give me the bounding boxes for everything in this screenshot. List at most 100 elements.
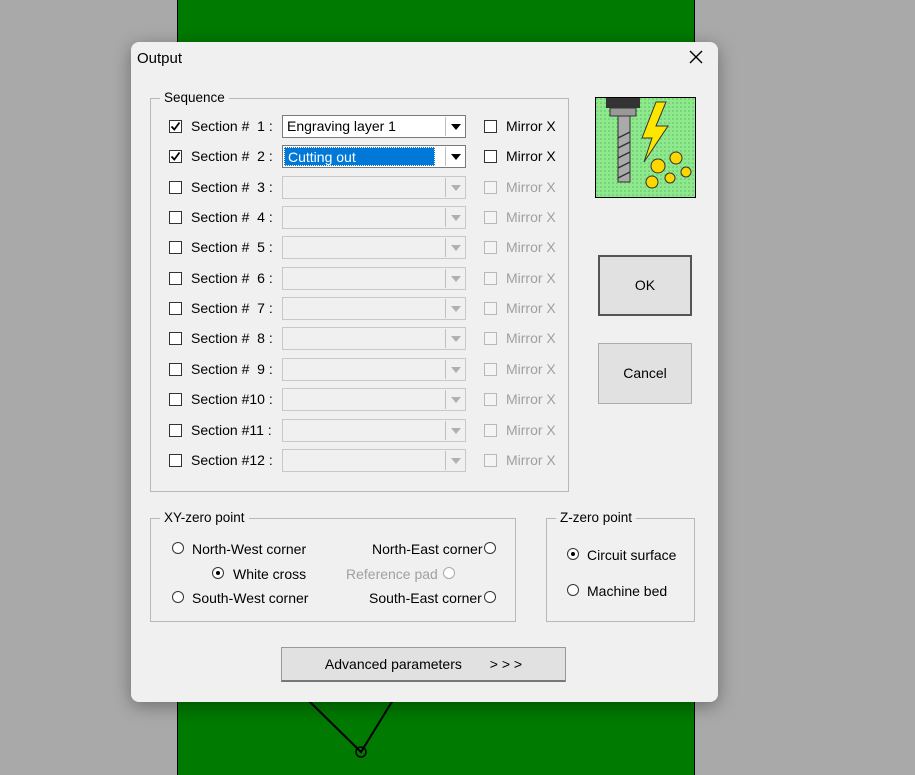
chevron-down-icon [445, 238, 464, 257]
machine-bed-label: Machine bed [587, 583, 668, 599]
chevron-down-icon [445, 329, 464, 348]
chevron-down-icon[interactable] [445, 147, 464, 166]
z-zero-group: Z-zero point Circuit surface Machine bed [546, 510, 695, 622]
mirror-x-label: Mirror X [506, 422, 556, 438]
section-checkbox[interactable] [169, 272, 182, 285]
south-west-radio[interactable] [172, 591, 184, 603]
mirror-x-label: Mirror X [506, 270, 556, 286]
mirror-x-checkbox [484, 272, 497, 285]
section-label: Section #10 : [191, 391, 273, 407]
section-checkbox[interactable] [169, 332, 182, 345]
checkmark-icon [170, 151, 181, 161]
cancel-button[interactable]: Cancel [598, 343, 692, 404]
chevron-down-icon [445, 360, 464, 379]
section-layer-value: Engraving layer 1 [287, 118, 396, 134]
north-west-radio[interactable] [172, 542, 184, 554]
sequence-row: Section # 4 : Mirror X [151, 206, 571, 230]
section-layer-dropdown [282, 358, 466, 381]
section-checkbox[interactable] [169, 302, 182, 315]
section-label: Section # 4 : [191, 209, 273, 225]
section-checkbox[interactable] [169, 393, 182, 406]
advanced-arrows: > > > [489, 656, 523, 672]
circuit-surface-label: Circuit surface [587, 547, 677, 563]
mirror-x-label: Mirror X [506, 391, 556, 407]
section-checkbox[interactable] [169, 454, 182, 467]
mirror-x-label: Mirror X [506, 330, 556, 346]
section-layer-dropdown[interactable]: Engraving layer 1 [282, 115, 466, 138]
section-checkbox[interactable] [169, 120, 182, 133]
reference-pad-label: Reference pad [346, 566, 438, 582]
chevron-down-icon [445, 299, 464, 318]
south-east-radio[interactable] [484, 591, 496, 603]
machine-bed-radio[interactable] [567, 584, 579, 596]
section-checkbox[interactable] [169, 211, 182, 224]
south-east-label: South-East corner [369, 590, 482, 606]
mirror-x-checkbox [484, 241, 497, 254]
chevron-down-icon [445, 421, 464, 440]
circuit-surface-radio[interactable] [567, 548, 579, 560]
mirror-x-checkbox [484, 454, 497, 467]
section-layer-value [284, 208, 290, 227]
section-layer-dropdown [282, 449, 466, 472]
reference-pad-radio [443, 567, 455, 579]
mirror-x-label: Mirror X [506, 148, 556, 164]
dialog-title: Output [137, 50, 183, 67]
section-label: Section # 7 : [191, 300, 273, 316]
section-layer-dropdown [282, 388, 466, 411]
advanced-parameters-button[interactable]: Advanced parameters > > > [281, 647, 566, 682]
white-cross-radio[interactable] [212, 567, 224, 579]
mirror-x-checkbox[interactable] [484, 120, 497, 133]
checkmark-icon [170, 121, 181, 131]
section-layer-value [284, 269, 290, 288]
section-checkbox[interactable] [169, 150, 182, 163]
section-layer-value [284, 421, 290, 440]
section-layer-dropdown [282, 267, 466, 290]
milling-tool-icon [595, 97, 696, 198]
section-layer-value [284, 390, 290, 409]
advanced-parameters-label: Advanced parameters [324, 656, 462, 672]
section-checkbox[interactable] [169, 241, 182, 254]
mirror-x-checkbox[interactable] [484, 150, 497, 163]
section-layer-value [284, 360, 290, 379]
section-label: Section # 1 : [191, 118, 273, 134]
section-layer-value [284, 238, 290, 257]
section-layer-dropdown [282, 297, 466, 320]
section-label: Section # 3 : [191, 179, 273, 195]
mirror-x-checkbox [484, 393, 497, 406]
section-checkbox[interactable] [169, 181, 182, 194]
sequence-row: Section #12 : Mirror X [151, 449, 571, 473]
section-layer-dropdown [282, 327, 466, 350]
sequence-legend: Sequence [160, 90, 229, 105]
ok-button[interactable]: OK [598, 255, 692, 316]
section-layer-value [284, 178, 290, 197]
section-label: Section # 6 : [191, 270, 273, 286]
south-west-label: South-West corner [192, 590, 309, 606]
chevron-down-icon[interactable] [445, 117, 464, 136]
section-layer-value [284, 451, 290, 470]
section-label: Section # 8 : [191, 330, 273, 346]
mirror-x-label: Mirror X [506, 209, 556, 225]
mirror-x-checkbox [484, 332, 497, 345]
section-layer-dropdown [282, 206, 466, 229]
close-icon[interactable] [686, 47, 706, 67]
section-label: Section #12 : [191, 452, 273, 468]
section-label: Section # 2 : [191, 148, 273, 164]
xy-zero-legend: XY-zero point [160, 510, 249, 525]
sequence-group: Sequence Section # 1 : Engraving layer 1 M… [150, 90, 571, 492]
mirror-x-checkbox [484, 181, 497, 194]
mirror-x-label: Mirror X [506, 300, 556, 316]
section-layer-dropdown[interactable]: Cutting out [282, 145, 466, 168]
north-east-radio[interactable] [484, 542, 496, 554]
sequence-row: Section # 6 : Mirror X [151, 267, 571, 291]
chevron-down-icon [445, 208, 464, 227]
section-layer-value [284, 299, 290, 318]
z-zero-legend: Z-zero point [556, 510, 637, 525]
section-label: Section # 5 : [191, 239, 273, 255]
sequence-row: Section # 7 : Mirror X [151, 297, 571, 321]
mirror-x-label: Mirror X [506, 179, 556, 195]
output-dialog: Output Sequence Section # 1 : Engraving l… [131, 42, 718, 702]
section-label: Section #11 : [191, 422, 272, 438]
section-checkbox[interactable] [169, 424, 182, 437]
section-checkbox[interactable] [169, 363, 182, 376]
chevron-down-icon [445, 451, 464, 470]
